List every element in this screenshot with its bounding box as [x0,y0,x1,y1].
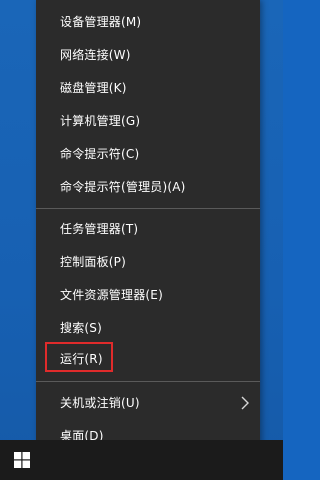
menu-item-run[interactable]: 运行(R) [36,342,260,375]
menu-item-label: 设备管理器(M) [60,15,142,29]
menu-item-label: 关机或注销(U) [60,396,140,410]
menu-item-search[interactable]: 搜索(S) [36,311,260,344]
menu-item-shutdown-signout[interactable]: 关机或注销(U) [36,386,260,419]
menu-item-label: 文件资源管理器(E) [60,288,163,302]
menu-item-label: 命令提示符(C) [60,147,140,161]
menu-item-label: 磁盘管理(K) [60,81,127,95]
menu-item-task-manager[interactable]: 任务管理器(T) [36,212,260,245]
menu-item-label: 控制面板(P) [60,255,126,269]
menu-item-computer-management[interactable]: 计算机管理(G) [36,104,260,137]
menu-separator [36,208,260,209]
menu-item-disk-management[interactable]: 磁盘管理(K) [36,71,260,104]
menu-item-label: 搜索(S) [60,321,102,335]
taskbar [0,440,283,480]
menu-item-control-panel[interactable]: 控制面板(P) [36,245,260,278]
menu-item-label: 运行(R) [60,352,103,366]
menu-item-network-connections[interactable]: 网络连接(W) [36,38,260,71]
menu-item-command-prompt[interactable]: 命令提示符(C) [36,137,260,170]
menu-item-file-explorer[interactable]: 文件资源管理器(E) [36,278,260,311]
windows-logo-icon [14,452,30,468]
menu-item-label: 网络连接(W) [60,48,131,62]
chevron-right-icon [240,396,250,410]
menu-item-label: 计算机管理(G) [60,114,141,128]
menu-separator [36,381,260,382]
menu-item-device-manager[interactable]: 设备管理器(M) [36,5,260,38]
menu-item-label: 任务管理器(T) [60,222,139,236]
menu-item-command-prompt-admin[interactable]: 命令提示符(管理员)(A) [36,170,260,203]
menu-item-label: 命令提示符(管理员)(A) [60,180,186,194]
desktop-background: 设备管理器(M) 网络连接(W) 磁盘管理(K) 计算机管理(G) 命令提示符(… [0,0,283,480]
winx-context-menu: 设备管理器(M) 网络连接(W) 磁盘管理(K) 计算机管理(G) 命令提示符(… [36,0,260,452]
start-button[interactable] [0,440,44,480]
